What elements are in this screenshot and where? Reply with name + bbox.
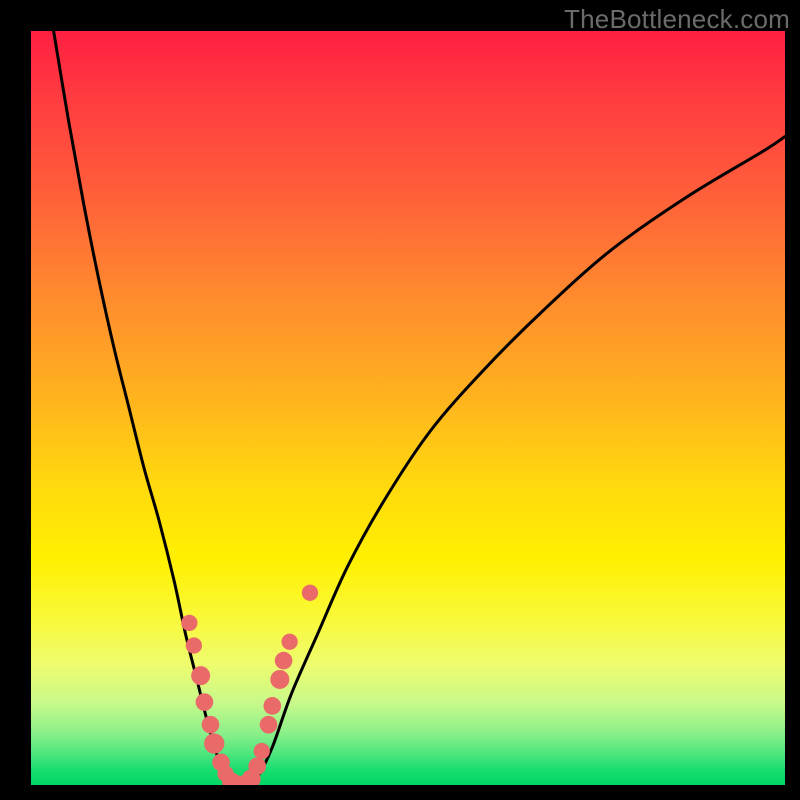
marker-dot xyxy=(263,697,281,715)
marker-dot xyxy=(281,634,297,650)
marker-dot xyxy=(260,716,278,734)
marker-dot xyxy=(270,670,289,689)
marker-dot xyxy=(181,615,197,631)
marker-dot xyxy=(254,743,270,759)
curve-group xyxy=(54,31,785,785)
marker-dot xyxy=(202,716,220,734)
plot-area xyxy=(31,31,785,785)
marker-dot xyxy=(302,585,318,601)
chart-overlay-svg xyxy=(31,31,785,785)
marker-group xyxy=(181,585,318,785)
chart-canvas: TheBottleneck.com xyxy=(0,0,800,800)
marker-dot xyxy=(204,733,224,753)
curve-right-arm xyxy=(248,137,785,785)
marker-dot xyxy=(248,757,266,775)
marker-dot xyxy=(186,637,202,653)
marker-dot xyxy=(196,693,214,711)
marker-dot xyxy=(275,652,293,670)
marker-dot xyxy=(191,666,210,685)
